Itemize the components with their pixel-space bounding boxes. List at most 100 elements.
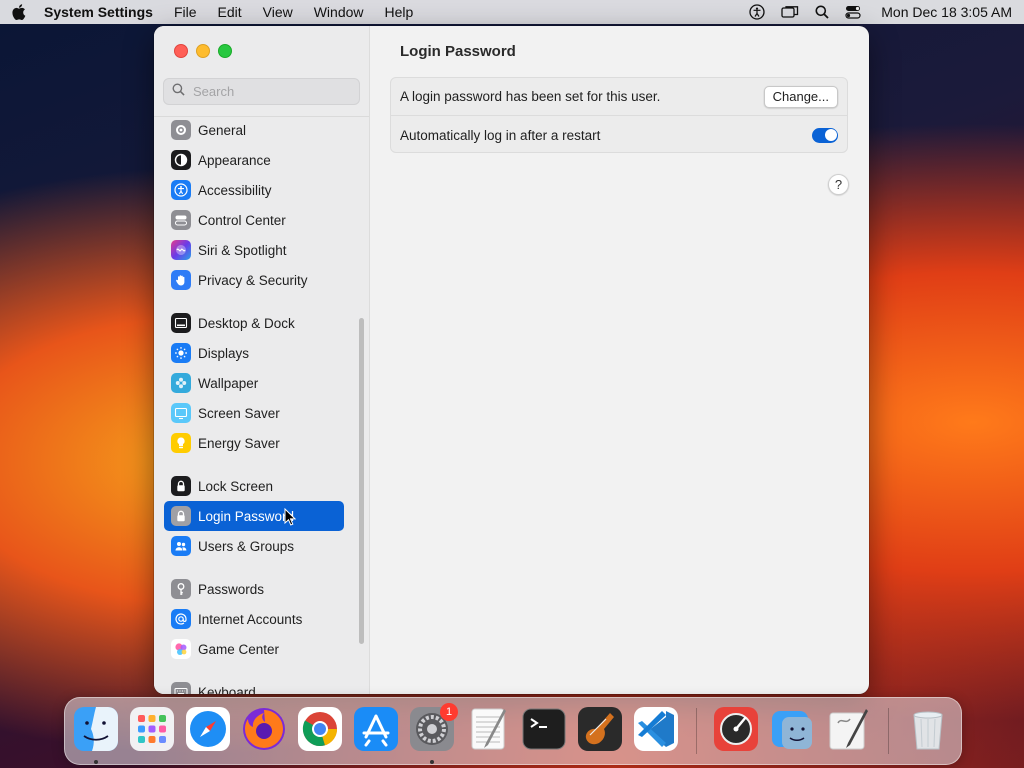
- wallpaper-icon: [171, 373, 191, 393]
- screen-mirroring-icon[interactable]: [781, 5, 799, 19]
- sidebar-scrollbar[interactable]: [359, 318, 364, 644]
- terminal-icon: [522, 708, 566, 750]
- spotlight-search-icon[interactable]: [815, 5, 829, 19]
- dock-instruments[interactable]: [712, 705, 760, 753]
- sidebar: General Appearance Accessibility: [154, 26, 370, 694]
- help-menu[interactable]: Help: [385, 4, 414, 20]
- dock-textedit[interactable]: [464, 705, 512, 753]
- dock-chrome[interactable]: [296, 705, 344, 753]
- sidebar-item-siri-spotlight[interactable]: Siri & Spotlight: [164, 235, 344, 265]
- sidebar-item-accessibility[interactable]: Accessibility: [164, 175, 344, 205]
- dock-finder[interactable]: [72, 705, 120, 764]
- sidebar-item-appearance[interactable]: Appearance: [164, 145, 344, 175]
- sidebar-item-label: Appearance: [198, 152, 271, 168]
- help-button[interactable]: ?: [828, 174, 849, 195]
- sidebar-item-keyboard[interactable]: Keyboard: [164, 677, 344, 694]
- edit-menu[interactable]: Edit: [218, 4, 242, 20]
- screen-saver-icon: [171, 403, 191, 423]
- vscode-icon: [634, 707, 678, 751]
- sidebar-item-lock-screen[interactable]: Lock Screen: [164, 471, 344, 501]
- system-settings-window: General Appearance Accessibility: [154, 26, 869, 694]
- sidebar-item-passwords[interactable]: Passwords: [164, 574, 344, 604]
- finder-icon: [74, 707, 118, 751]
- dock-garageband[interactable]: [576, 705, 624, 753]
- control-center-icon[interactable]: [845, 5, 861, 19]
- lock-icon: [171, 476, 191, 496]
- search-input[interactable]: [191, 83, 355, 100]
- sidebar-item-energy-saver[interactable]: Energy Saver: [164, 428, 344, 458]
- dock-app-store[interactable]: [352, 705, 400, 753]
- dock-separator: [888, 708, 889, 754]
- dock-trash[interactable]: [904, 705, 952, 753]
- instruments-icon: [714, 707, 758, 751]
- battery-icon: [171, 433, 191, 453]
- sidebar-item-users-groups[interactable]: Users & Groups: [164, 531, 344, 561]
- sidebar-item-label: Keyboard: [198, 684, 256, 695]
- sidebar-item-wallpaper[interactable]: Wallpaper: [164, 368, 344, 398]
- sidebar-item-label: Displays: [198, 345, 250, 361]
- dock-icon: [171, 313, 191, 333]
- safari-icon: [186, 707, 230, 751]
- sidebar-item-desktop-dock[interactable]: Desktop & Dock: [164, 308, 344, 338]
- sidebar-item-internet-accounts[interactable]: Internet Accounts: [164, 604, 344, 634]
- dock-safari[interactable]: [184, 705, 232, 753]
- users-icon: [171, 536, 191, 556]
- content-pane: Login Password A login password has been…: [370, 26, 869, 694]
- launchpad-icon: [130, 707, 174, 751]
- dock: 1: [64, 697, 962, 765]
- sidebar-item-label: Accessibility: [198, 182, 272, 198]
- sidebar-item-control-center[interactable]: Control Center: [164, 205, 344, 235]
- app-store-icon: [354, 707, 398, 751]
- sidebar-search[interactable]: [163, 78, 360, 105]
- appearance-icon: [171, 150, 191, 170]
- garageband-icon: [578, 707, 622, 751]
- accessibility-status-icon[interactable]: [749, 4, 765, 20]
- sidebar-item-label: Screen Saver: [198, 405, 280, 421]
- sidebar-item-displays[interactable]: Displays: [164, 338, 344, 368]
- sidebar-item-game-center[interactable]: Game Center: [164, 634, 344, 664]
- sidebar-item-general[interactable]: General: [164, 115, 344, 145]
- gear-icon: [171, 120, 191, 140]
- accessibility-icon: [171, 180, 191, 200]
- sidebar-item-label: Desktop & Dock: [198, 315, 295, 331]
- keyboard-icon: [171, 682, 191, 694]
- auto-login-toggle[interactable]: [812, 127, 838, 143]
- dock-separator: [696, 708, 697, 754]
- script-editor-icon: [829, 709, 868, 750]
- running-indicator: [94, 760, 98, 764]
- auto-login-label: Automatically log in after a restart: [400, 127, 601, 143]
- dock-vscode[interactable]: [632, 705, 680, 753]
- apple-menu-icon[interactable]: [12, 4, 26, 20]
- zoom-window-button[interactable]: [218, 44, 232, 58]
- dock-script-editor[interactable]: [824, 705, 872, 753]
- sidebar-item-login-password[interactable]: Login Password: [164, 501, 344, 531]
- dock-launchpad[interactable]: [128, 705, 176, 753]
- at-icon: [171, 609, 191, 629]
- firefox-icon: [243, 708, 285, 750]
- dock-finder-alt[interactable]: [768, 705, 816, 753]
- game-center-icon: [171, 639, 191, 659]
- sidebar-item-label: General: [198, 122, 247, 138]
- file-menu[interactable]: File: [174, 4, 197, 20]
- trash-icon: [913, 711, 943, 750]
- running-indicator: [430, 760, 434, 764]
- minimize-window-button[interactable]: [196, 44, 210, 58]
- auto-login-row: Automatically log in after a restart: [391, 116, 847, 154]
- sidebar-item-label: Users & Groups: [198, 538, 295, 554]
- dock-firefox[interactable]: [240, 705, 288, 753]
- window-controls: [174, 44, 232, 58]
- menu-bar-clock[interactable]: Mon Dec 18 3:05 AM: [881, 4, 1012, 20]
- change-password-button[interactable]: Change...: [763, 85, 838, 108]
- dock-system-settings[interactable]: 1: [408, 703, 458, 764]
- hand-icon: [171, 270, 191, 290]
- dock-terminal[interactable]: [520, 705, 568, 753]
- app-menu[interactable]: System Settings: [44, 4, 153, 20]
- window-menu[interactable]: Window: [314, 4, 364, 20]
- view-menu[interactable]: View: [263, 4, 293, 20]
- close-window-button[interactable]: [174, 44, 188, 58]
- sidebar-item-privacy-security[interactable]: Privacy & Security: [164, 265, 344, 295]
- mouse-cursor-icon: [284, 507, 297, 531]
- password-status-text: A login password has been set for this u…: [400, 89, 661, 104]
- finder-alt-icon: [772, 711, 812, 749]
- sidebar-item-screen-saver[interactable]: Screen Saver: [164, 398, 344, 428]
